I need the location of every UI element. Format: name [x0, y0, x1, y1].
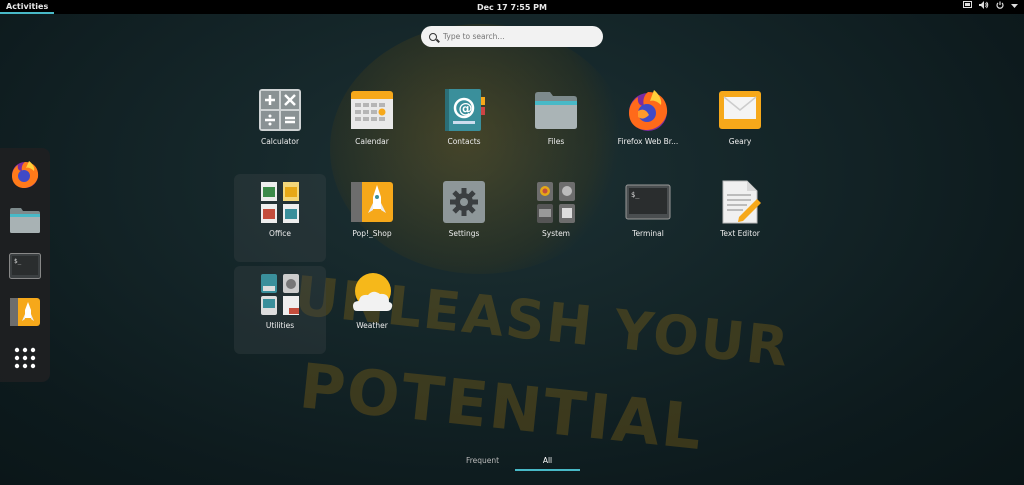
- tab-all[interactable]: All: [515, 456, 580, 471]
- shop-icon: [349, 179, 395, 225]
- search-bar[interactable]: [421, 26, 603, 47]
- dash-item-firefox[interactable]: [7, 156, 43, 192]
- svg-text:$_: $_: [631, 191, 640, 199]
- app-label: Text Editor: [720, 229, 760, 238]
- view-tabs: Frequent All: [450, 456, 580, 471]
- power-icon[interactable]: [996, 0, 1004, 14]
- app-label: Settings: [448, 229, 480, 238]
- mail-icon: [717, 87, 763, 133]
- calculator-icon: [257, 87, 303, 133]
- app-terminal[interactable]: $_ Terminal: [602, 174, 694, 262]
- app-label: Office: [269, 229, 291, 238]
- dash-item-terminal[interactable]: $_: [7, 248, 43, 284]
- office-folder-icon: [257, 179, 303, 225]
- terminal-icon: $_: [625, 179, 671, 225]
- screen-icon[interactable]: [963, 0, 972, 14]
- app-folder-system[interactable]: System: [510, 174, 602, 262]
- app-folder-office[interactable]: Office: [234, 174, 326, 262]
- search-icon: [429, 32, 437, 41]
- app-label: Files: [547, 137, 565, 146]
- folder-icon: [10, 208, 40, 233]
- weather-icon: [349, 271, 395, 317]
- volume-icon[interactable]: [979, 0, 989, 14]
- shop-icon: [10, 298, 40, 326]
- folder-icon: [533, 87, 579, 133]
- app-label: Pop!_Shop: [352, 229, 392, 238]
- app-label: Utilities: [265, 321, 295, 330]
- app-calculator[interactable]: Calculator: [234, 82, 326, 170]
- top-bar: Activities Dec 17 7:55 PM: [0, 0, 1024, 14]
- dash-item-pop-shop[interactable]: [7, 294, 43, 330]
- app-label: Contacts: [447, 137, 481, 146]
- app-label: Calendar: [355, 137, 389, 146]
- app-files[interactable]: Files: [510, 82, 602, 170]
- dash: $_: [0, 148, 50, 382]
- app-pop-shop[interactable]: Pop!_Shop: [326, 174, 418, 262]
- system-tray[interactable]: [963, 0, 1018, 14]
- svg-text:@: @: [459, 101, 473, 117]
- activities-button[interactable]: Activities: [0, 0, 55, 14]
- app-label: Calculator: [260, 137, 300, 146]
- gear-icon: [441, 179, 487, 225]
- app-geary[interactable]: Geary: [694, 82, 786, 170]
- app-label: Weather: [356, 321, 388, 330]
- app-firefox[interactable]: Firefox Web Br...: [602, 82, 694, 170]
- app-settings[interactable]: Settings: [418, 174, 510, 262]
- search-input[interactable]: [443, 32, 593, 41]
- app-weather[interactable]: Weather: [326, 266, 418, 354]
- firefox-icon: [12, 161, 39, 188]
- calendar-icon: [349, 87, 395, 133]
- app-folder-utilities[interactable]: Utilities: [234, 266, 326, 354]
- app-label: Terminal: [632, 229, 664, 238]
- system-folder-icon: [533, 179, 579, 225]
- app-label: Firefox Web Br...: [617, 137, 679, 146]
- wallpaper-slogan-line2: POTENTIAL: [296, 349, 708, 465]
- svg-text:$_: $_: [14, 258, 22, 265]
- text-editor-icon: [717, 179, 763, 225]
- app-calendar[interactable]: Calendar: [326, 82, 418, 170]
- firefox-icon: [625, 87, 671, 133]
- app-label: System: [542, 229, 570, 238]
- chevron-down-icon[interactable]: [1011, 0, 1018, 14]
- utilities-folder-icon: [257, 271, 303, 317]
- app-label: Geary: [728, 137, 752, 146]
- dash-item-show-apps[interactable]: [7, 340, 43, 376]
- app-grid-icon: [14, 347, 36, 369]
- app-text-editor[interactable]: Text Editor: [694, 174, 786, 262]
- terminal-icon: $_: [9, 253, 41, 279]
- contacts-icon: @: [441, 87, 487, 133]
- app-contacts[interactable]: @ Contacts: [418, 82, 510, 170]
- clock[interactable]: Dec 17 7:55 PM: [477, 3, 547, 12]
- dash-item-files[interactable]: [7, 202, 43, 238]
- tab-frequent[interactable]: Frequent: [450, 456, 515, 471]
